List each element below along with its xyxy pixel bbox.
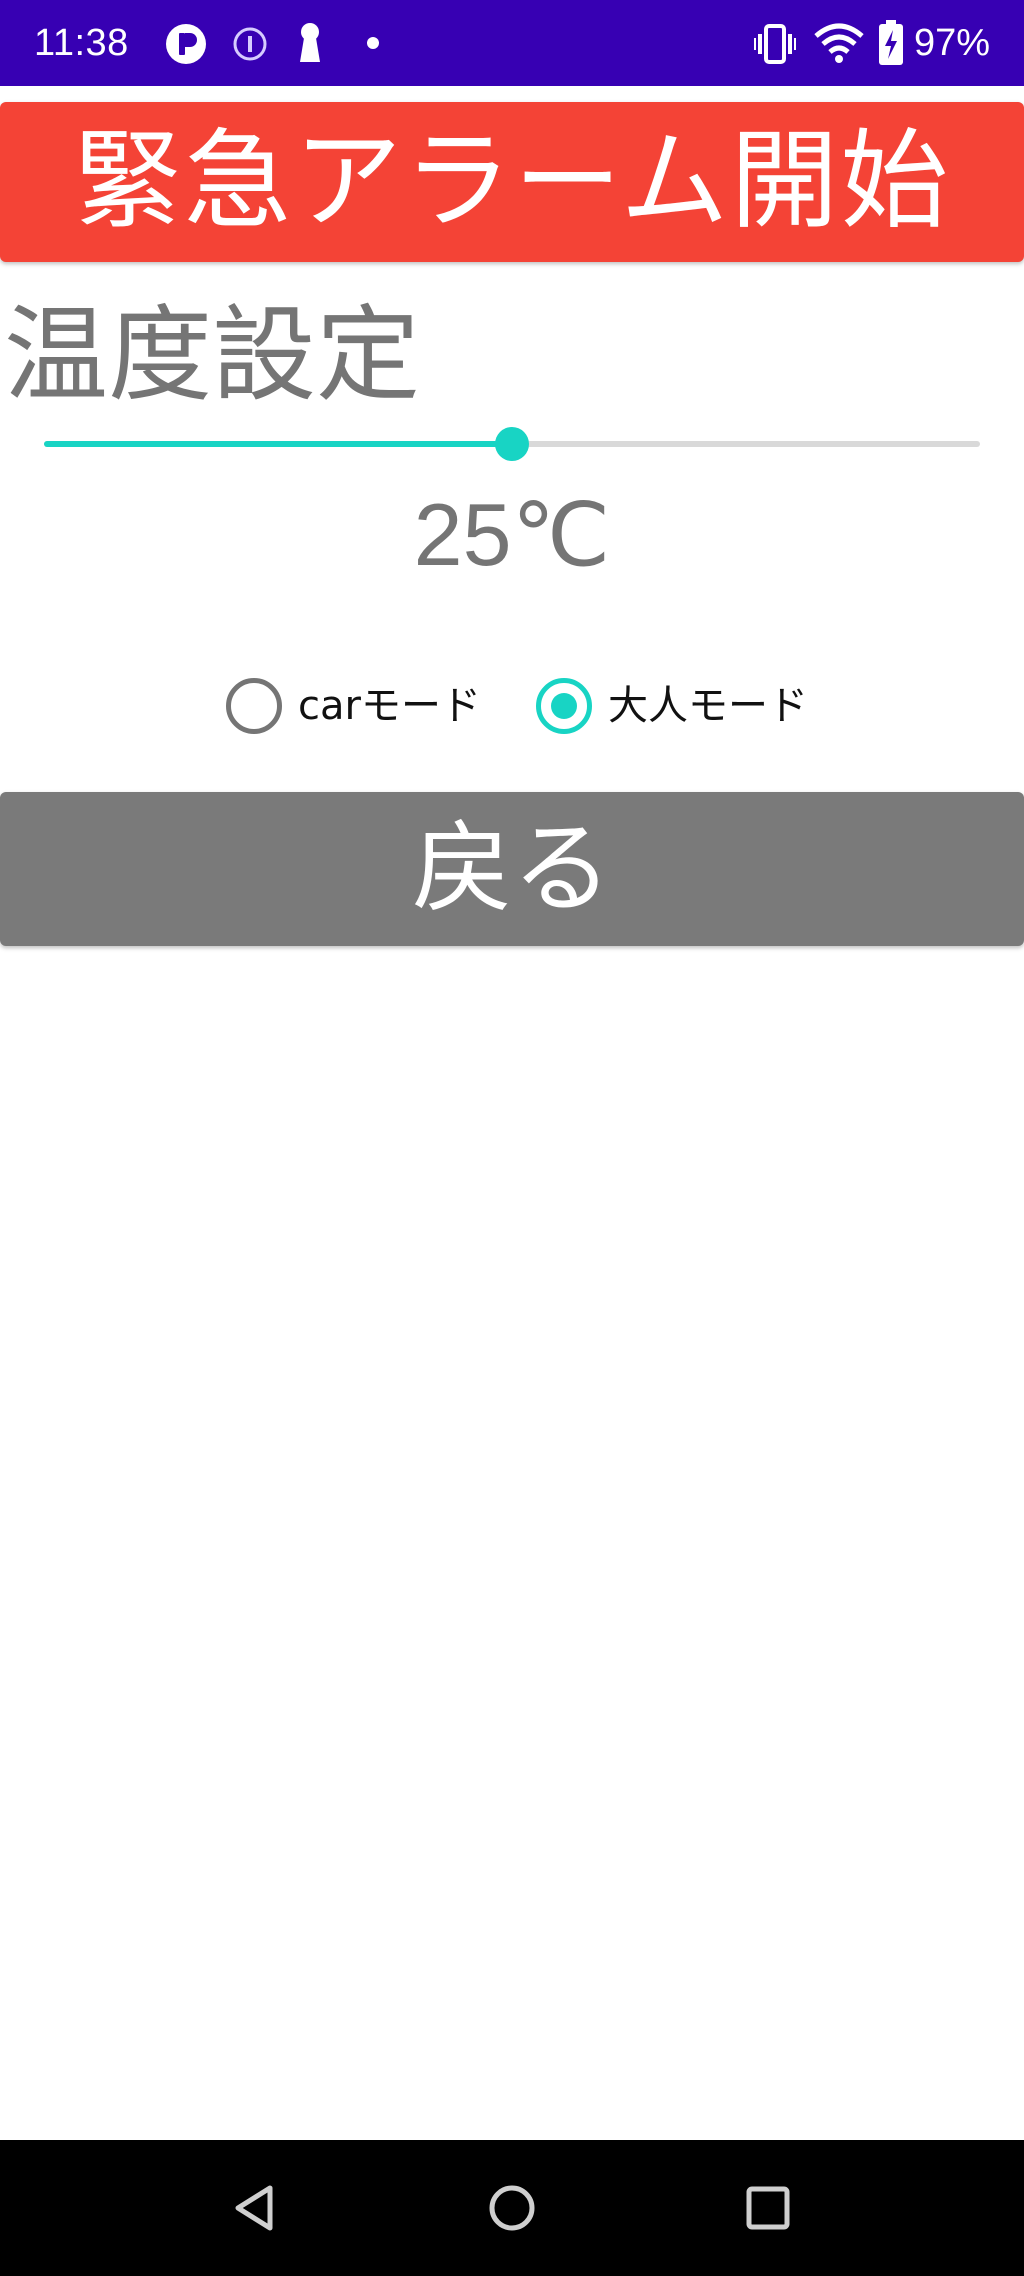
- temperature-value: 25℃: [413, 485, 611, 584]
- radio-button-checked[interactable]: [536, 678, 592, 734]
- dot-icon: [367, 37, 379, 49]
- info-icon: [233, 27, 267, 61]
- navigation-bar: [0, 2140, 1024, 2276]
- radio-label-adult-mode: 大人モード: [608, 683, 808, 729]
- home-circle-icon[interactable]: [472, 2168, 552, 2248]
- vibrate-icon: [754, 24, 796, 64]
- status-time: 11:38: [34, 22, 129, 64]
- radio-car-mode[interactable]: carモード: [226, 676, 481, 736]
- battery-percent: 97%: [914, 22, 991, 64]
- battery-charging-icon: [879, 20, 903, 65]
- wifi-icon: [814, 23, 864, 63]
- temperature-slider[interactable]: [44, 420, 980, 468]
- back-triangle-icon[interactable]: [214, 2168, 294, 2248]
- app-icon: [166, 24, 206, 64]
- back-button[interactable]: 戻る: [0, 792, 1024, 946]
- slider-thumb[interactable]: [495, 427, 529, 461]
- radio-selected-dot: [551, 693, 577, 719]
- keyhole-icon: [300, 23, 320, 62]
- status-bar: 11:38 97%: [0, 0, 1024, 86]
- recents-square-icon[interactable]: [728, 2168, 808, 2248]
- slider-fill: [44, 441, 512, 447]
- temperature-title: 温度設定: [4, 294, 421, 416]
- radio-adult-mode[interactable]: 大人モード: [536, 676, 808, 736]
- radio-label-car-mode: carモード: [298, 683, 481, 729]
- emergency-alarm-button[interactable]: 緊急アラーム開始: [0, 102, 1024, 262]
- radio-button-unchecked[interactable]: [226, 678, 282, 734]
